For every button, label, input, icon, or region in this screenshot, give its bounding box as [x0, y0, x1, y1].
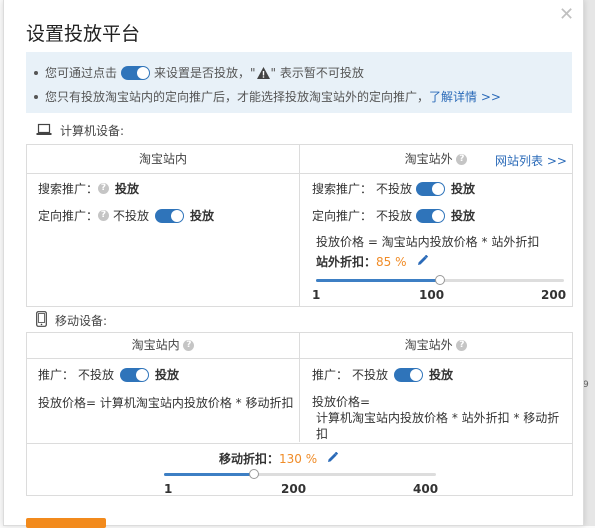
mobile-section-label: 移动设备:: [36, 311, 107, 330]
discount-label: 站外折扣：: [316, 255, 377, 269]
toggle-on-label: 投放: [155, 368, 180, 382]
info-line-1: 您可通过点击 来设置是否投放，" " 表示暂不可投放: [30, 61, 562, 85]
computer-outside-price-formula: 投放价格 = 淘宝站内投放价格 * 站外折扣: [316, 235, 540, 249]
mobile-inside-price-formula: 投放价格= 计算机淘宝站内投放价格 * 移动折扣: [38, 396, 294, 410]
mobile-outside-price-line-2: 计算机淘宝站内投放价格 * 站外折扣 * 移动折: [316, 411, 560, 425]
mobile-outside-price-line-1: 投放价格=: [312, 395, 371, 409]
toggle-off-label: 不投放: [113, 209, 150, 223]
mobile-discount-row: 移动折扣： 130 %: [219, 450, 339, 467]
slider-fill: [164, 473, 254, 476]
slider-max-label: 200: [541, 288, 567, 302]
slider-handle[interactable]: [248, 469, 259, 479]
help-icon[interactable]: ?: [456, 154, 468, 165]
computer-section-label: 计算机设备:: [36, 122, 124, 139]
computer-outside-header-text: 淘宝站外: [404, 152, 453, 166]
computer-inside-targeted-row: 定向推广： ? 不投放 投放: [38, 207, 214, 224]
divider: [27, 358, 572, 359]
targeted-promo-label: 定向推广：: [38, 209, 99, 223]
info-box: 您可通过点击 来设置是否投放，" " 表示暂不可投放 您只有投放淘宝站内的定向推…: [26, 52, 572, 113]
info-line-2: 您只有投放淘宝站内的定向推广后，才能选择投放淘宝站外的定向推广， 了解详情 >>: [30, 85, 562, 109]
toggle-on-label: 投放: [190, 209, 215, 223]
bullet-icon: [34, 71, 38, 75]
help-icon[interactable]: ?: [183, 340, 195, 351]
search-promo-value: 投放: [115, 182, 140, 196]
computer-table: 淘宝站内 淘宝站外 ? 网站列表 >> 搜索推广： ? 投放 定向推广： ? 不…: [26, 144, 573, 307]
mobile-inside-promo-toggle[interactable]: [120, 367, 150, 382]
discount-value: 130 %: [279, 451, 318, 466]
computer-label-text: 计算机设备:: [60, 124, 125, 138]
mobile-label-text: 移动设备:: [55, 314, 108, 328]
toggle-on-label: 投放: [451, 209, 476, 223]
info-text: 您只有投放淘宝站内的定向推广后，才能选择投放淘宝站外的定向推广，: [45, 90, 430, 104]
search-promo-label: 搜索推广：: [38, 182, 99, 196]
confirm-button[interactable]: [26, 518, 106, 528]
toggle-off-label: 不投放: [352, 368, 389, 382]
computer-inside-targeted-toggle[interactable]: [155, 208, 185, 223]
computer-outside-targeted-row: 定向推广： 不投放 投放: [312, 207, 475, 224]
toggle-off-label: 不投放: [78, 368, 115, 382]
learn-more-link[interactable]: 了解详情 >>: [429, 87, 501, 107]
slider-fill: [316, 279, 440, 282]
computer-outside-targeted-toggle[interactable]: [416, 208, 446, 223]
help-icon[interactable]: ?: [98, 210, 110, 221]
slider-mid-label: 100: [419, 288, 445, 302]
toggle-on-label: 投放: [429, 368, 454, 382]
promo-label: 推广：: [312, 368, 349, 382]
computer-inside-header: 淘宝站内: [138, 152, 187, 166]
search-promo-label: 搜索推广：: [312, 182, 373, 196]
mobile-outside-promo-row: 推广： 不投放 投放: [312, 366, 453, 383]
targeted-promo-label: 定向推广：: [312, 209, 373, 223]
toggle-example-icon: [121, 66, 151, 80]
divider: [27, 443, 572, 444]
discount-value: 85 %: [376, 254, 407, 269]
computer-outside-search-row: 搜索推广： 不投放 投放: [312, 180, 475, 197]
edit-pencil-icon[interactable]: [327, 451, 339, 466]
mobile-inside-header-text: 淘宝站内: [131, 338, 180, 352]
mobile-outside-header-text: 淘宝站外: [404, 338, 453, 352]
mobile-table: 淘宝站内 ? 淘宝站外 ? 推广： 不投放 投放 投放价格= 计算机淘宝站内投放…: [26, 332, 573, 496]
platform-settings-dialog: ✕ 设置投放平台 您可通过点击 来设置是否投放，" " 表示暂不可投放 您只有投…: [3, 0, 584, 528]
slider-max-label: 400: [413, 482, 439, 496]
mobile-outside-price-line-3: 扣: [316, 427, 329, 441]
computer-outside-search-toggle[interactable]: [416, 181, 446, 196]
promo-label: 推广：: [38, 368, 75, 382]
laptop-icon: [36, 123, 52, 139]
info-text: " 表示暂不可投放: [270, 66, 364, 80]
mobile-outside-header: 淘宝站外 ?: [300, 333, 572, 358]
computer-inside-search-row: 搜索推广： ? 投放: [38, 180, 139, 197]
toggle-off-label: 不投放: [376, 182, 413, 196]
help-icon[interactable]: ?: [456, 340, 468, 351]
computer-outside-discount-row: 站外折扣： 85 %: [316, 253, 428, 270]
divider: [27, 173, 572, 174]
toggle-off-label: 不投放: [376, 209, 413, 223]
phone-icon: [36, 311, 47, 330]
dialog-title: 设置投放平台: [26, 23, 141, 45]
help-icon[interactable]: ?: [98, 183, 110, 194]
slider-handle[interactable]: [435, 275, 445, 285]
site-list-link[interactable]: 网站列表 >>: [495, 152, 567, 169]
close-icon[interactable]: ✕: [559, 4, 574, 25]
mobile-discount-slider[interactable]: [164, 469, 436, 479]
bullet-icon: [34, 95, 38, 99]
background-page-strip: 9: [583, 0, 595, 526]
mobile-inside-header: 淘宝站内 ?: [27, 333, 299, 358]
computer-outside-discount-slider[interactable]: [316, 275, 564, 285]
toggle-on-label: 投放: [451, 182, 476, 196]
warning-icon: [256, 67, 270, 79]
slider-min-label: 1: [164, 482, 173, 496]
info-text: 来设置是否投放，": [154, 66, 256, 80]
discount-label: 移动折扣：: [219, 452, 280, 466]
mobile-outside-promo-toggle[interactable]: [394, 367, 424, 382]
slider-min-label: 1: [312, 288, 321, 302]
mobile-inside-promo-row: 推广： 不投放 投放: [38, 366, 179, 383]
edit-pencil-icon[interactable]: [417, 254, 428, 269]
slider-mid-label: 200: [281, 482, 307, 496]
info-text: 您可通过点击: [45, 66, 118, 80]
